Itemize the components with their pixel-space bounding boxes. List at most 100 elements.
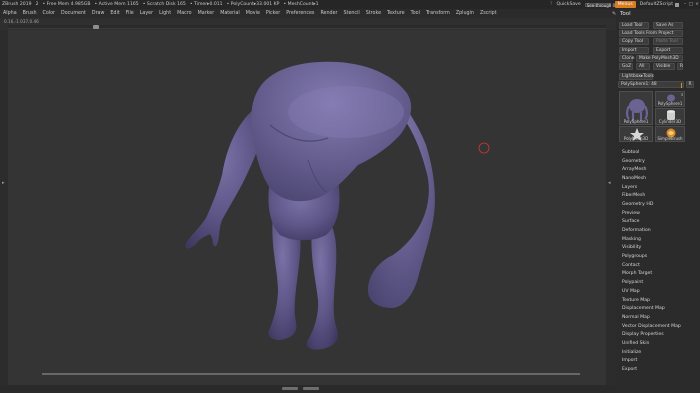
subpalette-export[interactable]: Export (620, 365, 700, 374)
subpalette-masking[interactable]: Masking (620, 235, 700, 244)
menu-color[interactable]: Color (39, 11, 58, 16)
document-canvas[interactable] (8, 30, 606, 385)
menus-button[interactable]: Menus (614, 1, 636, 8)
menu-zscript[interactable]: Zscript (477, 11, 500, 16)
import-button[interactable]: Import (619, 47, 649, 54)
app-name: ZBrush 2019 (2, 2, 32, 7)
scratch-disk: • Scratch Disk 165 (142, 2, 186, 7)
bottom-handle-left[interactable] (282, 387, 298, 390)
save-as-button[interactable]: Save As (653, 22, 683, 29)
subpalette-layers[interactable]: Layers (620, 183, 700, 192)
subpalette-arraymesh[interactable]: ArrayMesh (620, 165, 700, 174)
close-icon[interactable]: × (694, 2, 700, 7)
menu-render[interactable]: Render (317, 11, 340, 16)
load-tools-from-project-button[interactable]: Load Tools From Project (619, 30, 683, 37)
menu-movie[interactable]: Movie (243, 11, 263, 16)
subpalette-deformation[interactable]: Deformation (620, 226, 700, 235)
menu-marker[interactable]: Marker (195, 11, 218, 16)
zbrush-window: ZBrush 2019 2 • Free Mem 4.985GB • Activ… (0, 0, 700, 393)
right-tray-arrow-icon[interactable]: ◂ (608, 180, 611, 186)
current-tool-slider[interactable]: PolySphere1: 48 (618, 81, 684, 88)
subpalette-texture-map[interactable]: Texture Map (620, 296, 700, 305)
thumb-label-1: PolySphere1 (657, 101, 683, 106)
subpalette-polypaint[interactable]: Polypaint (620, 278, 700, 287)
tool-thumb-simplebrush[interactable]: SimpleBrush (655, 126, 685, 142)
quicksave-button[interactable]: QuickSave (554, 2, 582, 7)
menu-draw[interactable]: Draw (89, 11, 108, 16)
menu-stencil[interactable]: Stencil (341, 11, 363, 16)
goz-all-button[interactable]: All (636, 63, 650, 70)
goz-button[interactable]: GoZ (619, 63, 633, 70)
poly-count: • PolyCount▸33.001 KP (226, 2, 280, 7)
default-zscript-button[interactable]: DefaultZScript (638, 2, 675, 7)
subpalette-uv-map[interactable]: UV Map (620, 287, 700, 296)
subpalette-display-properties[interactable]: Display Properties (620, 330, 700, 339)
menu-bar: Alpha Brush Color Document Draw Edit File Layer… (0, 9, 700, 18)
top-shelf (8, 25, 606, 29)
subpalette-visibility[interactable]: Visibility (620, 244, 700, 253)
see-through-slider[interactable]: See-through 0 (584, 2, 615, 8)
lightbox-tools-button[interactable]: Lightbox▸Tools (619, 73, 654, 80)
menu-document[interactable]: Document (58, 11, 89, 16)
tool-r-button[interactable]: R (686, 81, 694, 88)
menu-edit[interactable]: Edit (107, 11, 122, 16)
goz-r-button[interactable]: R (677, 63, 683, 70)
menu-tool[interactable]: Tool (408, 11, 423, 16)
tool-thumb-polymesh3d[interactable]: PolyMesh3D (619, 126, 653, 142)
export-button[interactable]: Export (653, 47, 683, 54)
subpalette-subtool[interactable]: Subtool (620, 148, 700, 157)
tool-thumb-polysphere-main[interactable]: PolySphere1 (619, 91, 653, 125)
tool-palette-title: Tool (620, 11, 631, 17)
brush-cursor-icon (478, 142, 490, 154)
menu-texture[interactable]: Texture (384, 11, 408, 16)
subpalette-nanomesh[interactable]: NanoMesh (620, 174, 700, 183)
subpalette-import[interactable]: Import (620, 357, 700, 366)
tool-thumb-polysphere-alt[interactable]: 3 PolySphere1 (655, 91, 685, 107)
wrench-icon: ✎ (612, 11, 617, 17)
shelf-handle[interactable] (93, 25, 99, 29)
subpalette-fibermesh[interactable]: FiberMesh (620, 191, 700, 200)
tool-thumb-cylinder3d[interactable]: Cylinder3D (655, 108, 685, 125)
subpalette-displacement-map[interactable]: Displacement Map (620, 304, 700, 313)
left-tray-arrow-icon[interactable]: ▸ (2, 180, 5, 186)
title-bar: ZBrush 2019 2 • Free Mem 4.985GB • Activ… (0, 0, 700, 9)
menu-preferences[interactable]: Preferences (283, 11, 317, 16)
make-polymesh3d-button[interactable]: Make PolyMesh3D (636, 55, 683, 62)
subpalette-surface[interactable]: Surface (620, 218, 700, 227)
menu-stroke[interactable]: Stroke (363, 11, 384, 16)
menu-macro[interactable]: Macro (174, 11, 195, 16)
copy-tool-button[interactable]: Copy Tool (619, 38, 649, 45)
thumb-count: 3 (680, 92, 683, 97)
menu-file[interactable]: File (123, 11, 137, 16)
menu-zplugin[interactable]: Zplugin (453, 11, 477, 16)
bottom-handle-right[interactable] (303, 387, 319, 390)
layout-swatch-icon[interactable] (675, 2, 679, 7)
subpalette-vector-displacement-map[interactable]: Vector Displacement Map (620, 322, 700, 331)
menu-layer[interactable]: Layer (137, 11, 156, 16)
see-through-label: See-through 0 (586, 2, 616, 8)
clone-button[interactable]: Clone (619, 55, 634, 62)
subpalette-normal-map[interactable]: Normal Map (620, 313, 700, 322)
menu-light[interactable]: Light (156, 11, 174, 16)
load-tool-button[interactable]: Load Tool (619, 22, 649, 29)
mesh-count: • MeshCount▸1 (283, 2, 319, 7)
menu-transform[interactable]: Transform (423, 11, 453, 16)
right-tray: ◂ (606, 30, 616, 385)
subpalette-initialize[interactable]: Initialize (620, 348, 700, 357)
menu-picker[interactable]: Picker (263, 11, 283, 16)
menu-alpha[interactable]: Alpha (0, 11, 20, 16)
menu-material[interactable]: Material (217, 11, 243, 16)
subpalette-preview[interactable]: Preview (620, 209, 700, 218)
left-tray: ▸ (0, 30, 8, 385)
paste-tool-button[interactable]: Paste Tool (653, 38, 683, 45)
subpalette-geometry[interactable]: Geometry (620, 157, 700, 166)
subpalette-polygroups[interactable]: Polygroups (620, 252, 700, 261)
thumb-label-3: PolyMesh3D (623, 136, 649, 141)
subpalette-morph-target[interactable]: Morph Target (620, 270, 700, 279)
menu-brush[interactable]: Brush (20, 11, 40, 16)
subpalette-contact[interactable]: Contact (620, 261, 700, 270)
subpalette-unified-skin[interactable]: Unified Skin (620, 339, 700, 348)
tool-palette-header[interactable]: ✎ Tool (612, 9, 694, 19)
subpalette-geometry-hd[interactable]: Geometry HD (620, 200, 700, 209)
goz-visible-button[interactable]: Visible (653, 63, 675, 70)
